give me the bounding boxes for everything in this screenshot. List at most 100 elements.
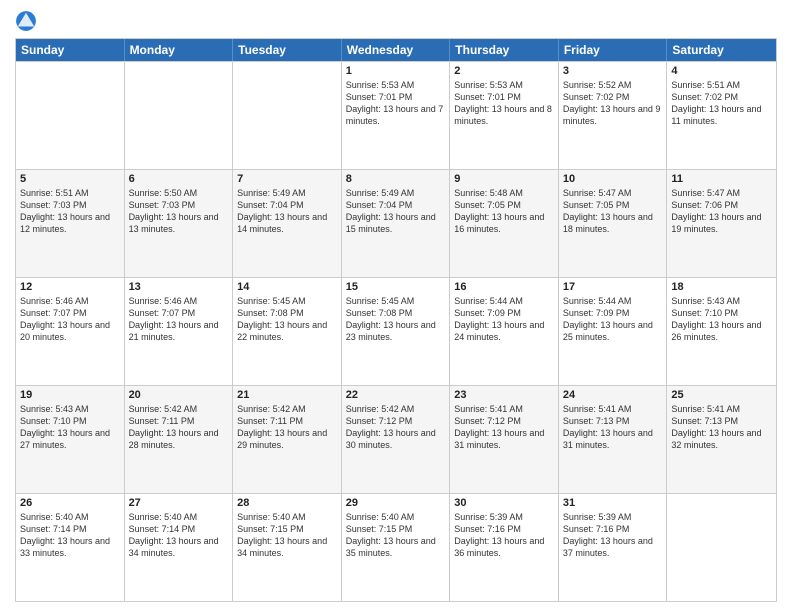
weekday-header-monday: Monday: [125, 39, 234, 61]
day-info: Sunrise: 5:42 AM Sunset: 7:11 PM Dayligh…: [129, 403, 229, 452]
day-number: 21: [237, 389, 337, 401]
day-number: 29: [346, 497, 446, 509]
day-cell-31: 31 Sunrise: 5:39 AM Sunset: 7:16 PM Dayli…: [559, 494, 668, 601]
day-number: 1: [346, 65, 446, 77]
day-number: 24: [563, 389, 663, 401]
day-info: Sunrise: 5:45 AM Sunset: 7:08 PM Dayligh…: [346, 295, 446, 344]
day-cell-23: 23 Sunrise: 5:41 AM Sunset: 7:12 PM Dayli…: [450, 386, 559, 493]
day-info: Sunrise: 5:52 AM Sunset: 7:02 PM Dayligh…: [563, 79, 663, 128]
day-cell-12: 12 Sunrise: 5:46 AM Sunset: 7:07 PM Dayli…: [16, 278, 125, 385]
day-cell-16: 16Sunrise: 5:44 AM Sunset: 7:09 PM Dayli…: [450, 278, 559, 385]
day-info: Sunrise: 5:41 AM Sunset: 7:12 PM Dayligh…: [454, 403, 554, 452]
day-number: 19: [20, 389, 120, 401]
empty-cell: [125, 62, 234, 169]
day-info: Sunrise: 5:42 AM Sunset: 7:11 PM Dayligh…: [237, 403, 337, 452]
weekday-header-sunday: Sunday: [16, 39, 125, 61]
day-cell-14: 14 Sunrise: 5:45 AM Sunset: 7:08 PM Dayli…: [233, 278, 342, 385]
day-cell-9: 9Sunrise: 5:48 AM Sunset: 7:05 PM Daylig…: [450, 170, 559, 277]
empty-cell: [667, 494, 776, 601]
day-cell-20: 20Sunrise: 5:42 AM Sunset: 7:11 PM Dayli…: [125, 386, 234, 493]
day-number: 15: [346, 281, 446, 293]
day-number: 14: [237, 281, 337, 293]
calendar-row-0: 1 Sunrise: 5:53 AM Sunset: 7:01 PM Daylig…: [16, 61, 776, 169]
day-cell-18: 18 Sunrise: 5:43 AM Sunset: 7:10 PM Dayli…: [667, 278, 776, 385]
day-info: Sunrise: 5:39 AM Sunset: 7:16 PM Dayligh…: [563, 511, 663, 560]
day-cell-2: 2 Sunrise: 5:53 AM Sunset: 7:01 PM Daylig…: [450, 62, 559, 169]
calendar-row-1: 5 Sunrise: 5:51 AM Sunset: 7:03 PM Daylig…: [16, 169, 776, 277]
day-cell-19: 19Sunrise: 5:43 AM Sunset: 7:10 PM Dayli…: [16, 386, 125, 493]
weekday-header-saturday: Saturday: [667, 39, 776, 61]
day-info: Sunrise: 5:47 AM Sunset: 7:05 PM Dayligh…: [563, 187, 663, 236]
day-cell-10: 10Sunrise: 5:47 AM Sunset: 7:05 PM Dayli…: [559, 170, 668, 277]
weekday-header-thursday: Thursday: [450, 39, 559, 61]
empty-cell: [233, 62, 342, 169]
day-info: Sunrise: 5:40 AM Sunset: 7:15 PM Dayligh…: [346, 511, 446, 560]
day-info: Sunrise: 5:44 AM Sunset: 7:09 PM Dayligh…: [563, 295, 663, 344]
calendar-header: SundayMondayTuesdayWednesdayThursdayFrid…: [16, 39, 776, 61]
day-cell-11: 11 Sunrise: 5:47 AM Sunset: 7:06 PM Dayli…: [667, 170, 776, 277]
day-number: 4: [671, 65, 772, 77]
day-number: 25: [671, 389, 772, 401]
page: SundayMondayTuesdayWednesdayThursdayFrid…: [0, 0, 792, 612]
day-cell-3: 3Sunrise: 5:52 AM Sunset: 7:02 PM Daylig…: [559, 62, 668, 169]
day-info: Sunrise: 5:51 AM Sunset: 7:02 PM Dayligh…: [671, 79, 772, 128]
day-cell-1: 1 Sunrise: 5:53 AM Sunset: 7:01 PM Daylig…: [342, 62, 451, 169]
day-cell-6: 6 Sunrise: 5:50 AM Sunset: 7:03 PM Daylig…: [125, 170, 234, 277]
day-number: 7: [237, 173, 337, 185]
day-number: 5: [20, 173, 120, 185]
day-info: Sunrise: 5:41 AM Sunset: 7:13 PM Dayligh…: [671, 403, 772, 452]
weekday-header-wednesday: Wednesday: [342, 39, 451, 61]
weekday-header-friday: Friday: [559, 39, 668, 61]
day-cell-29: 29 Sunrise: 5:40 AM Sunset: 7:15 PM Dayli…: [342, 494, 451, 601]
day-info: Sunrise: 5:50 AM Sunset: 7:03 PM Dayligh…: [129, 187, 229, 236]
day-cell-21: 21 Sunrise: 5:42 AM Sunset: 7:11 PM Dayli…: [233, 386, 342, 493]
day-number: 22: [346, 389, 446, 401]
day-number: 12: [20, 281, 120, 293]
day-number: 9: [454, 173, 554, 185]
day-number: 27: [129, 497, 229, 509]
day-info: Sunrise: 5:51 AM Sunset: 7:03 PM Dayligh…: [20, 187, 120, 236]
day-info: Sunrise: 5:44 AM Sunset: 7:09 PM Dayligh…: [454, 295, 554, 344]
calendar-row-4: 26 Sunrise: 5:40 AM Sunset: 7:14 PM Dayli…: [16, 493, 776, 601]
day-info: Sunrise: 5:46 AM Sunset: 7:07 PM Dayligh…: [20, 295, 120, 344]
day-number: 26: [20, 497, 120, 509]
logo-icon: [15, 10, 37, 32]
day-number: 6: [129, 173, 229, 185]
day-number: 11: [671, 173, 772, 185]
day-cell-4: 4 Sunrise: 5:51 AM Sunset: 7:02 PM Daylig…: [667, 62, 776, 169]
day-info: Sunrise: 5:47 AM Sunset: 7:06 PM Dayligh…: [671, 187, 772, 236]
logo: [15, 10, 39, 32]
day-number: 23: [454, 389, 554, 401]
day-cell-25: 25 Sunrise: 5:41 AM Sunset: 7:13 PM Dayli…: [667, 386, 776, 493]
day-cell-24: 24 Sunrise: 5:41 AM Sunset: 7:13 PM Dayli…: [559, 386, 668, 493]
day-cell-5: 5 Sunrise: 5:51 AM Sunset: 7:03 PM Daylig…: [16, 170, 125, 277]
day-number: 17: [563, 281, 663, 293]
day-info: Sunrise: 5:43 AM Sunset: 7:10 PM Dayligh…: [671, 295, 772, 344]
calendar-row-3: 19Sunrise: 5:43 AM Sunset: 7:10 PM Dayli…: [16, 385, 776, 493]
day-number: 18: [671, 281, 772, 293]
day-number: 31: [563, 497, 663, 509]
day-number: 2: [454, 65, 554, 77]
day-cell-13: 13Sunrise: 5:46 AM Sunset: 7:07 PM Dayli…: [125, 278, 234, 385]
day-cell-17: 17 Sunrise: 5:44 AM Sunset: 7:09 PM Dayli…: [559, 278, 668, 385]
day-cell-22: 22Sunrise: 5:42 AM Sunset: 7:12 PM Dayli…: [342, 386, 451, 493]
day-info: Sunrise: 5:53 AM Sunset: 7:01 PM Dayligh…: [346, 79, 446, 128]
day-cell-7: 7 Sunrise: 5:49 AM Sunset: 7:04 PM Daylig…: [233, 170, 342, 277]
day-cell-27: 27Sunrise: 5:40 AM Sunset: 7:14 PM Dayli…: [125, 494, 234, 601]
day-info: Sunrise: 5:45 AM Sunset: 7:08 PM Dayligh…: [237, 295, 337, 344]
day-info: Sunrise: 5:53 AM Sunset: 7:01 PM Dayligh…: [454, 79, 554, 128]
day-info: Sunrise: 5:40 AM Sunset: 7:14 PM Dayligh…: [20, 511, 120, 560]
day-cell-28: 28 Sunrise: 5:40 AM Sunset: 7:15 PM Dayli…: [233, 494, 342, 601]
weekday-header-tuesday: Tuesday: [233, 39, 342, 61]
day-info: Sunrise: 5:49 AM Sunset: 7:04 PM Dayligh…: [237, 187, 337, 236]
day-number: 28: [237, 497, 337, 509]
empty-cell: [16, 62, 125, 169]
day-info: Sunrise: 5:40 AM Sunset: 7:15 PM Dayligh…: [237, 511, 337, 560]
calendar: SundayMondayTuesdayWednesdayThursdayFrid…: [15, 38, 777, 602]
calendar-body: 1 Sunrise: 5:53 AM Sunset: 7:01 PM Daylig…: [16, 61, 776, 601]
day-info: Sunrise: 5:41 AM Sunset: 7:13 PM Dayligh…: [563, 403, 663, 452]
calendar-row-2: 12 Sunrise: 5:46 AM Sunset: 7:07 PM Dayli…: [16, 277, 776, 385]
logo-text: [15, 10, 39, 32]
day-cell-30: 30Sunrise: 5:39 AM Sunset: 7:16 PM Dayli…: [450, 494, 559, 601]
day-number: 30: [454, 497, 554, 509]
